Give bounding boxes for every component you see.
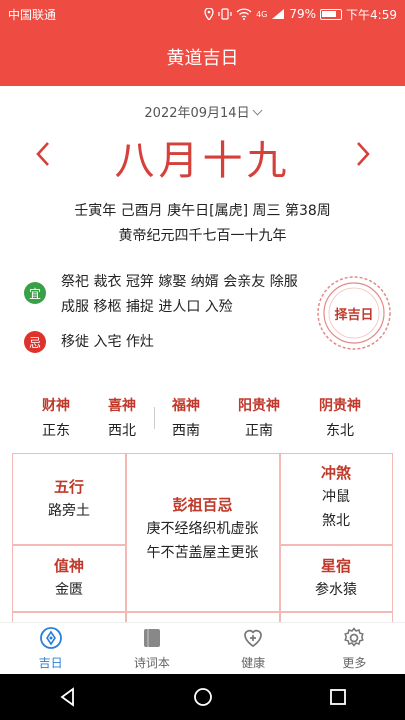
system-nav-bar <box>0 674 405 720</box>
compass-icon <box>39 627 62 649</box>
zhishen-value: 金匮 <box>55 582 83 598</box>
tab-label: 诗词本 <box>133 656 170 670</box>
previous-day-arrow-icon[interactable] <box>32 140 56 168</box>
god-yinguishen: 阴贵神 东北 <box>310 395 370 440</box>
signal-icon <box>272 9 285 19</box>
location-icon <box>204 8 214 20</box>
tab-poetry[interactable]: 诗词本 <box>101 623 202 674</box>
vibrate-icon <box>218 8 232 20</box>
book-icon <box>143 629 160 647</box>
chevron-down-icon <box>252 105 263 116</box>
seal-label: 择吉日 <box>334 307 374 323</box>
god-name: 阳贵神 <box>238 398 280 414</box>
gear-icon <box>344 627 365 647</box>
xingxiu-title: 星宿 <box>320 557 351 575</box>
xingxiu-cell: 星宿 参水猿 <box>280 555 392 602</box>
battery-percent: 79% <box>289 7 317 21</box>
chongsha-line-2: 煞北 <box>322 513 350 529</box>
choose-date-seal-button[interactable]: 择吉日 <box>316 275 392 351</box>
app-title-bar: 黄道吉日 <box>0 28 405 86</box>
ji-items: 移徙 入宅 作灶 <box>61 334 154 350</box>
gods-directions: 财神 正东 喜神 西北 福神 西南 阳贵神 正南 阴贵神 东北 <box>0 395 405 445</box>
tab-label: 更多 <box>342 656 367 670</box>
god-caishen: 财神 正东 <box>26 395 86 440</box>
xingxiu-value: 参水猿 <box>315 582 357 598</box>
ganzhi-line: 壬寅年 己酉月 庚午日[属虎] 周三 第38周 <box>74 203 331 219</box>
pengzu-cell: 彭祖百忌 庚不经络织机虚张 午不苫盖屋主更张 <box>126 494 279 565</box>
pengzu-line-1: 庚不经络织机虚张 <box>146 521 259 537</box>
god-name: 福神 <box>172 398 200 414</box>
god-name: 财神 <box>42 398 70 414</box>
status-icons: 4G 79% 下午4:59 <box>204 6 397 23</box>
god-fushen: 福神 西南 <box>156 395 216 440</box>
god-name: 阴贵神 <box>319 398 361 414</box>
recents-icon[interactable] <box>328 687 348 707</box>
pengzu-line-2: 午不苫盖屋主更张 <box>146 545 259 561</box>
god-name: 喜神 <box>108 398 136 414</box>
divider <box>154 407 155 429</box>
chongsha-cell: 冲煞 冲鼠 煞北 <box>280 462 392 533</box>
home-icon[interactable] <box>193 687 213 707</box>
god-direction: 东北 <box>326 423 354 439</box>
selected-date: 2022年09月14日 <box>144 106 250 121</box>
tab-more[interactable]: 更多 <box>304 623 405 674</box>
tab-label: 健康 <box>241 656 266 670</box>
heart-plus-icon <box>244 629 262 648</box>
almanac-grid: 五行 路旁土 值神 金匮 彭祖百忌 庚不经络织机虚张 午不苫盖屋主更张 冲煞 冲… <box>12 453 393 624</box>
tab-jiri[interactable]: 吉日 <box>0 623 101 674</box>
god-direction: 正东 <box>42 423 70 439</box>
zhishen-cell: 值神 金匮 <box>13 555 125 602</box>
yi-section: 宜 祭祀 裁衣 冠笄 嫁娶 纳婿 会亲友 除服 成服 移柩 捕捉 进人口 入殓 <box>24 270 311 320</box>
date-selector[interactable]: 2022年09月14日 <box>0 102 405 121</box>
god-yangguishen: 阳贵神 正南 <box>229 395 289 440</box>
wuxing-title: 五行 <box>53 478 84 496</box>
ji-badge: 忌 <box>24 331 46 353</box>
pengzu-title: 彭祖百忌 <box>172 496 233 514</box>
zhishen-title: 值神 <box>53 557 84 575</box>
chongsha-line-1: 冲鼠 <box>322 489 350 505</box>
god-direction: 西北 <box>108 423 136 439</box>
wifi-icon <box>236 8 252 20</box>
era-line: 黄帝纪元四千七百一十九年 <box>118 228 287 244</box>
grid-line <box>13 544 125 546</box>
god-xishen: 喜神 西北 <box>92 395 152 440</box>
carrier-label: 中国联通 <box>8 7 57 22</box>
wuxing-value: 路旁土 <box>48 503 90 519</box>
app-title: 黄道吉日 <box>166 48 239 69</box>
yi-badge: 宜 <box>24 282 46 304</box>
next-day-arrow-icon[interactable] <box>350 140 374 168</box>
clock: 下午4:59 <box>346 7 397 22</box>
yi-items: 祭祀 裁衣 冠笄 嫁娶 纳婿 会亲友 除服 成服 移柩 捕捉 进人口 入殓 <box>61 274 298 315</box>
back-icon[interactable] <box>58 687 78 707</box>
grid-line <box>280 544 392 546</box>
lunar-date: 八月十九 <box>114 138 291 184</box>
bottom-tab-bar: 吉日 诗词本 健康 更多 <box>0 622 405 674</box>
tab-label: 吉日 <box>38 656 63 670</box>
chongsha-title: 冲煞 <box>320 464 351 482</box>
battery-icon <box>320 8 343 20</box>
status-bar: 中国联通 4G 79% 下午4:59 <box>0 0 405 28</box>
network-type-label: 4G <box>256 9 268 19</box>
wuxing-cell: 五行 路旁土 <box>13 476 125 523</box>
ji-section: 忌 移徙 入宅 作灶 <box>24 330 311 355</box>
grid-line <box>13 611 392 613</box>
god-direction: 正南 <box>245 423 273 439</box>
god-direction: 西南 <box>172 423 200 439</box>
tab-health[interactable]: 健康 <box>203 623 304 674</box>
